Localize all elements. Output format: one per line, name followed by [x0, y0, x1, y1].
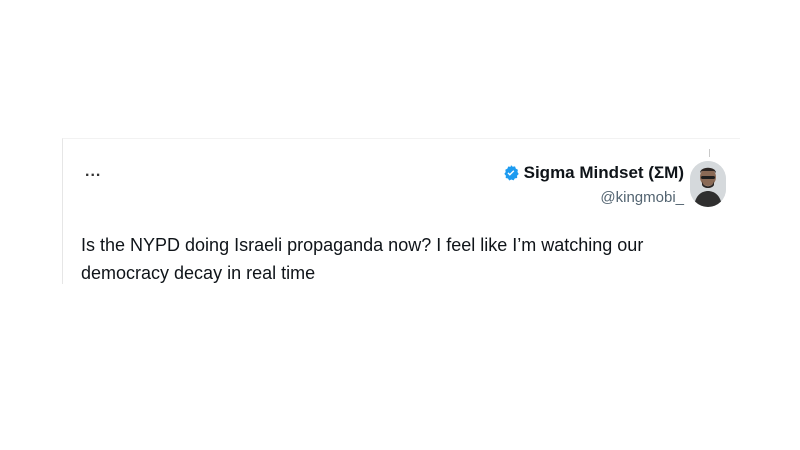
more-options-button[interactable]: ... [85, 164, 101, 180]
tweet-card: ... Sigma Mindset (ΣM) @kingmobi_ Is the… [62, 138, 740, 284]
avatar-divider [709, 149, 710, 157]
tweet-text: Is the NYPD doing Israeli propaganda now… [81, 235, 644, 283]
screenshot-canvas: ... Sigma Mindset (ΣM) @kingmobi_ Is the… [0, 0, 800, 450]
verified-badge-icon [502, 164, 520, 182]
tweet-author: Sigma Mindset (ΣM) @kingmobi_ [502, 163, 684, 206]
avatar[interactable] [690, 161, 726, 207]
author-display-name[interactable]: Sigma Mindset (ΣM) [524, 163, 684, 183]
author-name-line: Sigma Mindset (ΣM) [502, 163, 684, 183]
author-handle[interactable]: @kingmobi_ [502, 189, 684, 206]
